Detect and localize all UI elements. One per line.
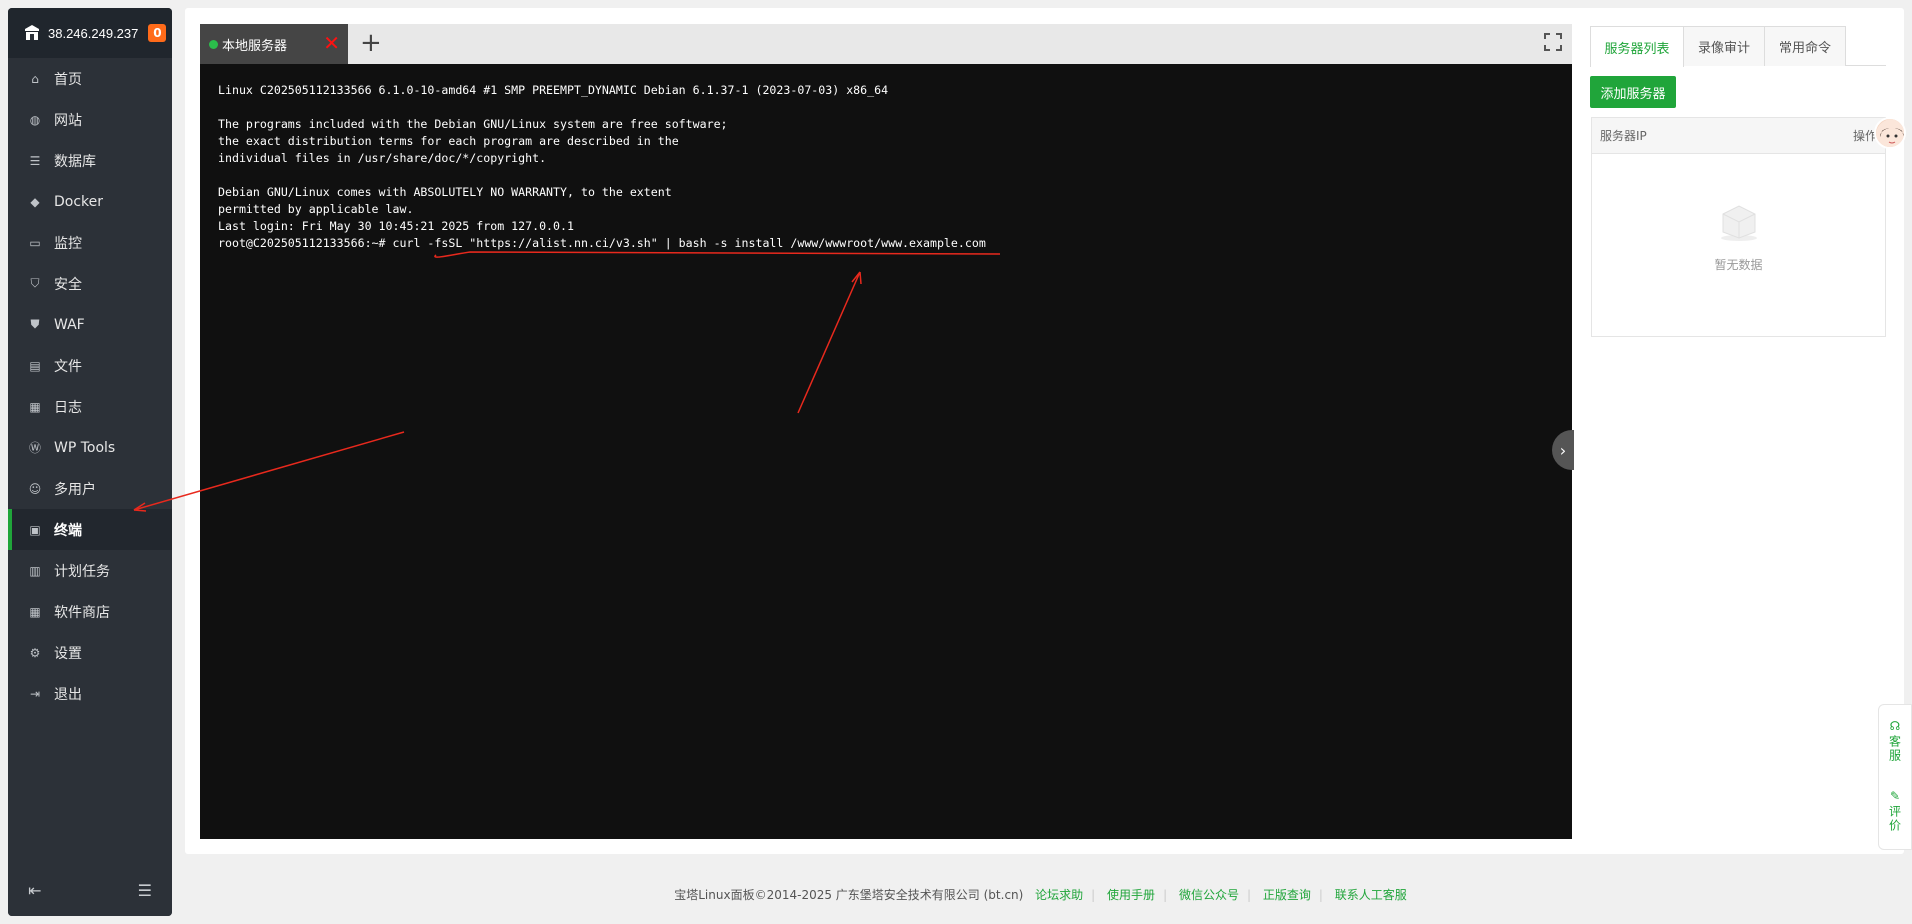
sidebar-item-label: 软件商店 [54,604,110,621]
sidebar-item-logout[interactable]: ⇥ 退出 [8,673,172,714]
users-icon: ☺ [28,481,42,496]
log-icon: ▦ [29,399,41,414]
edit-icon: ✎ [1889,789,1901,803]
sidebar-header: 38.246.249.237 0 [8,8,172,58]
calendar-icon: ▥ [29,563,41,578]
review-link[interactable]: 评价 [1887,805,1904,833]
sidebar-item-label: 文件 [54,358,82,375]
menu-list-icon[interactable]: ☰ [138,881,152,900]
sidebar-item-label: Docker [54,193,104,210]
home-icon: ⌂ [31,71,39,86]
sidebar-item-label: WP Tools [54,439,116,456]
sidebar-item-label: 设置 [54,645,82,662]
globe-icon: ◍ [29,112,41,127]
sidebar-item-monitor[interactable]: ▭ 监控 [8,222,172,263]
sidebar-item-label: 首页 [54,71,82,88]
footer-link-support[interactable]: 联系人工客服 [1335,888,1407,902]
sidebar-item-shield[interactable]: ⛉ 安全 [8,263,172,304]
sidebar-item-label: 数据库 [54,153,96,170]
sidebar-item-globe[interactable]: ◍ 网站 [8,99,172,140]
sidebar-item-label: 计划任务 [54,563,110,580]
support-avatar[interactable] [1874,117,1906,149]
column-server-ip: 服务器IP [1600,129,1647,143]
terminal-line: Linux C202505112133566 6.1.0-10-amd64 #1… [218,83,889,97]
notification-badge[interactable]: 0 [148,24,167,42]
floating-support-bar: ☊ 客服 ✎ 评价 [1878,704,1912,850]
sidebar-item-label: 退出 [54,686,82,703]
footer-link-license[interactable]: 正版查询 [1263,888,1311,902]
tab-common-commands[interactable]: 常用命令 [1764,26,1846,66]
tab-recording-audit[interactable]: 录像审计 [1683,26,1765,66]
sidebar-item-label: 网站 [54,112,82,129]
sidebar-item-log[interactable]: ▦ 日志 [8,386,172,427]
sidebar-item-terminal[interactable]: ▣ 终端 [8,509,172,550]
sidebar-item-folder[interactable]: ▤ 文件 [8,345,172,386]
docker-icon: ◆ [30,194,40,209]
terminal-line: The programs included with the Debian GN… [218,117,728,131]
gear-icon: ⚙ [29,645,41,660]
footer: 宝塔Linux面板©2014-2025 广东堡塔安全技术有限公司 (bt.cn)… [674,888,1407,902]
database-icon: ☰ [29,153,41,168]
collapse-sidebar-icon[interactable]: ⇤ [28,881,41,900]
sidebar-item-label: 日志 [54,399,82,416]
shield-icon: ⛉ [30,276,40,290]
sidebar-item-calendar[interactable]: ▥ 计划任务 [8,550,172,591]
server-ip: 38.246.249.237 [48,25,139,41]
logout-icon: ⇥ [29,686,41,701]
server-table-header: 服务器IP 操作 [1592,118,1885,154]
terminal-tabbar: 本地服务器 ✕ + [200,24,1572,64]
sidebar-item-wordpress[interactable]: Ⓦ WP Tools [8,427,172,468]
terminal-output[interactable]: Linux C202505112133566 6.1.0-10-amd64 #1… [200,64,1572,839]
tab-server-list[interactable]: 服务器列表 [1590,26,1684,67]
wordpress-icon: Ⓦ [28,441,41,455]
terminal-line: Debian GNU/Linux comes with ABSOLUTELY N… [218,185,672,199]
headset-icon: ☊ [1889,719,1901,733]
sidebar-footer: ⇤ ☰ [8,864,172,916]
fullscreen-icon[interactable] [1544,33,1562,51]
customer-service-link[interactable]: 客服 [1887,735,1904,763]
footer-link-wechat[interactable]: 微信公众号 [1179,888,1239,902]
copyright-text: 宝塔Linux面板©2014-2025 广东堡塔安全技术有限公司 (bt.cn) [674,888,1024,902]
sidebar-menu: ⌂ 首页 ◍ 网站 ☰ 数据库 ◆ Docker ▭ 监控 ⛉ 安全 ⛊ WAF ▤ 文件 ▦ 日志 Ⓦ WP Too… [8,58,172,714]
sidebar-item-users[interactable]: ☺ 多用户 [8,468,172,509]
monitor-icon: ▭ [29,235,41,250]
add-server-button[interactable]: 添加服务器 [1590,76,1676,108]
bt-logo-icon [25,25,39,40]
sidebar-item-label: 多用户 [54,481,96,498]
tab-label: 本地服务器 [222,38,288,54]
empty-state: 暂无数据 [1592,198,1885,273]
waf-icon: ⛊ [30,317,40,331]
sidebar-item-home[interactable]: ⌂ 首页 [8,58,172,99]
terminal-line: permitted by applicable law. [218,202,414,216]
empty-text: 暂无数据 [1714,258,1763,272]
add-tab-icon[interactable]: + [360,28,382,58]
right-tabs: 服务器列表 录像审计 常用命令 [1590,26,1886,67]
sidebar-item-database[interactable]: ☰ 数据库 [8,140,172,181]
status-dot-icon [209,39,218,49]
sidebar-item-docker[interactable]: ◆ Docker [8,181,172,222]
sidebar-item-waf[interactable]: ⛊ WAF [8,304,172,345]
apps-icon: ▦ [29,604,41,619]
terminal-icon: ▣ [29,522,41,537]
folder-icon: ▤ [29,358,41,373]
sidebar-item-label: 监控 [54,235,82,252]
sidebar-item-label: 安全 [54,276,82,293]
server-table: 服务器IP 操作 暂无数据 [1591,117,1886,337]
sidebar-item-gear[interactable]: ⚙ 设置 [8,632,172,673]
sidebar: 38.246.249.237 0 ⌂ 首页 ◍ 网站 ☰ 数据库 ◆ Docker ▭ 监控 ⛉ 安全… [8,8,172,916]
empty-box-icon [1720,205,1757,241]
sidebar-item-label: 终端 [54,522,82,539]
footer-link-forum[interactable]: 论坛求助 [1035,888,1083,902]
terminal-line: Last login: Fri May 30 10:45:21 2025 fro… [218,219,574,233]
close-icon[interactable]: ✕ [323,33,340,53]
sidebar-item-label: WAF [54,316,85,333]
terminal-line: the exact distribution terms for each pr… [218,134,679,148]
tab-local-server[interactable]: 本地服务器 ✕ [200,24,348,64]
terminal-line: root@C202505112133566:~# curl -fsSL "htt… [218,236,986,250]
footer-link-manual[interactable]: 使用手册 [1107,888,1155,902]
sidebar-item-apps[interactable]: ▦ 软件商店 [8,591,172,632]
terminal-line: individual files in /usr/share/doc/*/cop… [218,151,547,165]
